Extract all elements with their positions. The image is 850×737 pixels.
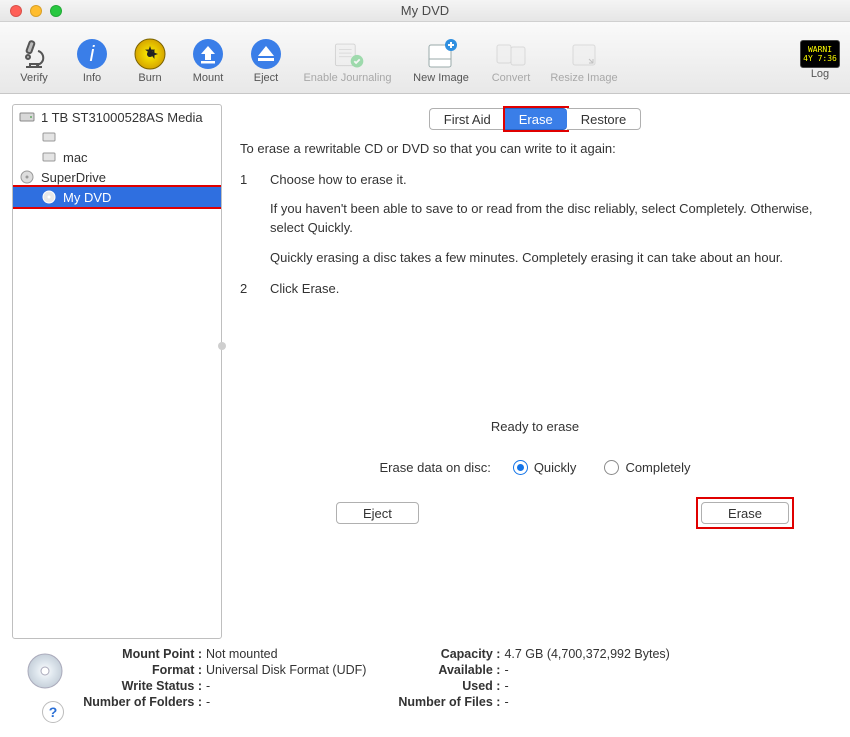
step-2: 2 Click Erase. [240, 280, 834, 299]
erase-instructions: To erase a rewritable CD or DVD so that … [232, 140, 838, 309]
info-button[interactable]: i Info [68, 36, 116, 84]
burn-label: Burn [138, 72, 161, 84]
tree-item-mydvd[interactable]: My DVD [13, 187, 221, 207]
app-window: My DVD Verify i Info Burn Mount [0, 0, 850, 737]
optical-drive-icon [19, 169, 35, 185]
convert-label: Convert [492, 72, 531, 84]
info-icon: i [74, 36, 110, 72]
zoom-icon[interactable] [50, 5, 62, 17]
volume-icon [41, 149, 57, 165]
ready-label: Ready to erase [232, 419, 838, 434]
tab-first-aid[interactable]: First Aid [429, 108, 505, 130]
eject-disc-button[interactable]: Eject [336, 502, 419, 524]
resize-icon [566, 36, 602, 72]
log-icon: WARNI 4Y 7:36 [800, 40, 840, 68]
journal-icon [330, 36, 366, 72]
disc-icon [41, 189, 57, 205]
eject-label: Eject [254, 72, 278, 84]
body: 1 TB ST31000528AS Media mac [0, 94, 850, 737]
erase-button-highlight: Erase [698, 499, 792, 527]
radio-completely[interactable]: Completely [604, 460, 690, 475]
mount-icon [190, 36, 226, 72]
convert-button: Convert [487, 36, 535, 84]
step-1a: If you haven't been able to save to or r… [240, 200, 834, 238]
main-panel: First Aid Erase Restore To erase a rewri… [232, 104, 838, 639]
new-image-icon [423, 36, 459, 72]
step-1b: Quickly erasing a disc takes a few minut… [240, 249, 834, 268]
resize-image-button: Resize Image [545, 36, 623, 84]
window-title: My DVD [0, 3, 850, 18]
tree-item-label: My DVD [63, 190, 111, 205]
tab-bar: First Aid Erase Restore [232, 108, 838, 130]
minimize-icon[interactable] [30, 5, 42, 17]
tree-item-volume[interactable] [13, 127, 221, 147]
burn-button[interactable]: Burn [126, 36, 174, 84]
info-label: Info [83, 72, 101, 84]
erase-radio-label: Erase data on disc: [380, 460, 491, 475]
log-button[interactable]: WARNI 4Y 7:36 Log [800, 40, 840, 80]
burn-icon [132, 36, 168, 72]
step-1: 1 Choose how to erase it. [240, 171, 834, 190]
verify-label: Verify [20, 72, 48, 84]
action-buttons: Eject Erase [232, 499, 838, 527]
tab-erase[interactable]: Erase [505, 108, 567, 130]
microscope-icon [16, 36, 52, 72]
eject-icon [248, 36, 284, 72]
resize-image-label: Resize Image [550, 72, 617, 84]
new-image-button[interactable]: New Image [405, 36, 477, 84]
sidebar: 1 TB ST31000528AS Media mac [12, 104, 222, 639]
help-button[interactable]: ? [42, 701, 64, 723]
tab-restore[interactable]: Restore [567, 108, 642, 130]
toolbar: Verify i Info Burn Mount Eject [0, 22, 850, 94]
mount-button[interactable]: Mount [184, 36, 232, 84]
verify-button[interactable]: Verify [10, 36, 58, 84]
info-col-2: Capacity :4.7 GB (4,700,372,992 Bytes) A… [388, 647, 669, 727]
info-col-1: Mount Point :Not mounted Format :Univers… [72, 647, 366, 727]
enable-journaling-button: Enable Journaling [300, 36, 395, 84]
radio-icon [513, 460, 528, 475]
tree-item-label: 1 TB ST31000528AS Media [41, 110, 203, 125]
erase-options: Erase data on disc: Quickly Completely [232, 460, 838, 475]
hdd-icon [19, 109, 35, 125]
panes: 1 TB ST31000528AS Media mac [12, 104, 838, 639]
mount-label: Mount [193, 72, 224, 84]
eject-button[interactable]: Eject [242, 36, 290, 84]
enable-journaling-label: Enable Journaling [303, 72, 391, 84]
convert-icon [493, 36, 529, 72]
tree-item-label: mac [63, 150, 88, 165]
radio-quickly[interactable]: Quickly [513, 460, 577, 475]
titlebar: My DVD [0, 0, 850, 22]
radio-icon [604, 460, 619, 475]
new-image-label: New Image [413, 72, 469, 84]
device-tree: 1 TB ST31000528AS Media mac [13, 107, 221, 207]
erase-disc-button[interactable]: Erase [701, 502, 789, 524]
tree-item-label: SuperDrive [41, 170, 106, 185]
log-label: Log [811, 68, 829, 80]
window-controls [0, 5, 62, 17]
tab-erase-highlight: Erase [505, 108, 567, 130]
tree-item-mac[interactable]: mac [13, 147, 221, 167]
disk-info: Mount Point :Not mounted Format :Univers… [12, 639, 838, 731]
resize-handle-icon[interactable] [218, 342, 226, 350]
tree-item-hdd[interactable]: 1 TB ST31000528AS Media [13, 107, 221, 127]
close-icon[interactable] [10, 5, 22, 17]
volume-icon [41, 129, 57, 145]
intro-text: To erase a rewritable CD or DVD so that … [240, 140, 834, 159]
tree-item-superdrive[interactable]: SuperDrive [13, 167, 221, 187]
